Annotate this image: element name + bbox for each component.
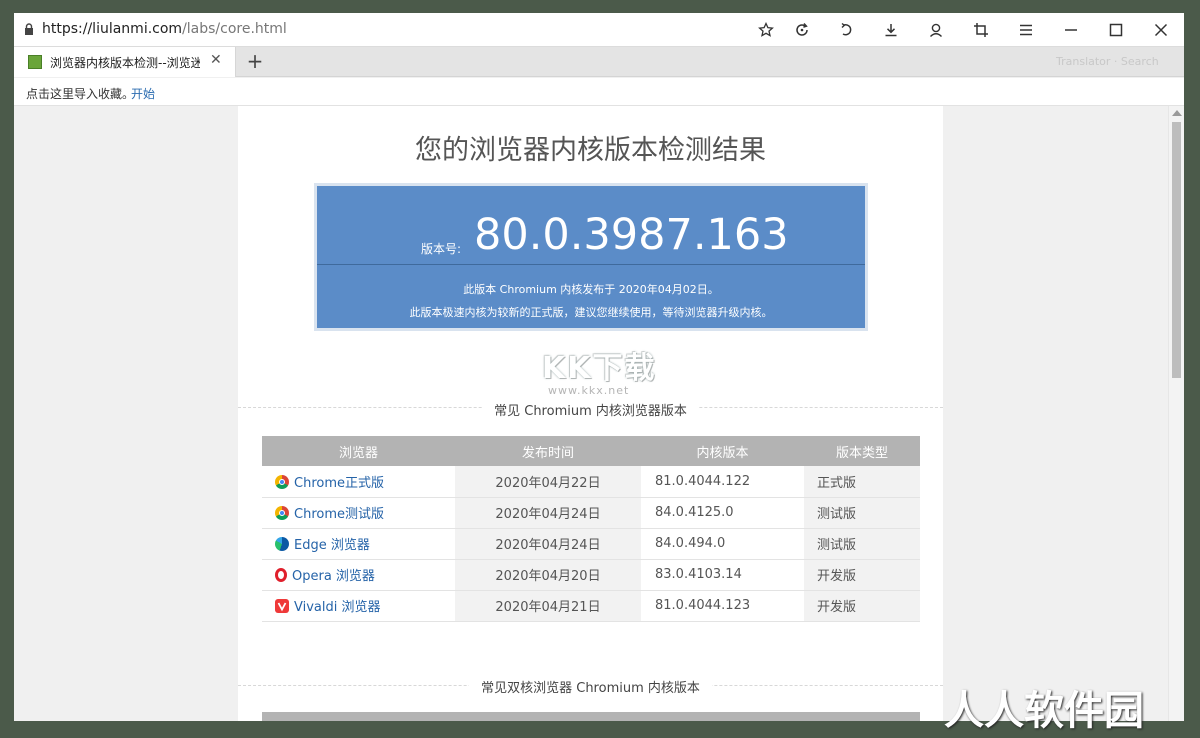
version-type-cell: 测试版 [804, 528, 920, 560]
core-version-cell: 81.0.4044.123 [641, 590, 804, 622]
opera-icon [275, 568, 287, 582]
browser-window: https://liulanmi.com/labs/core.html 浏览器内… [14, 13, 1184, 721]
bookmark-bar: 点击这里导入收藏。 开始 [14, 78, 1184, 106]
version-type-cell: 开发版 [804, 559, 920, 591]
release-date-cell: 2020年04月24日 [455, 528, 641, 560]
maximize-icon[interactable] [1105, 19, 1127, 41]
release-date-cell: 2020年04月22日 [455, 466, 641, 498]
kk-watermark: KK下载 www.kkx.net [538, 339, 668, 399]
vertical-scrollbar[interactable] [1168, 106, 1184, 721]
star-icon[interactable] [755, 19, 777, 41]
scrollbar-thumb[interactable] [1172, 122, 1181, 378]
faint-strip-text: Translator · Search [1056, 55, 1159, 68]
version-divider [317, 264, 865, 265]
browser-version-table: 浏览器 发布时间 内核版本 版本类型 Chrome正式版 2020年04月22日… [262, 436, 920, 622]
section-title-chromium: 常见 Chromium 内核浏览器版本 [238, 400, 943, 419]
bookmark-hint: 点击这里导入收藏。 [26, 87, 135, 101]
close-icon[interactable] [1150, 19, 1172, 41]
minimize-icon[interactable] [1060, 19, 1082, 41]
release-date-cell: 2020年04月21日 [455, 590, 641, 622]
table-header-row: 浏览器 发布时间 内核版本 版本类型 [262, 436, 920, 466]
address-bar: https://liulanmi.com/labs/core.html [14, 13, 1184, 47]
scroll-up-arrow-icon[interactable] [1172, 110, 1182, 116]
chrome-icon [275, 506, 289, 520]
chrome-icon [275, 474, 289, 489]
page-title: 您的浏览器内核版本检测结果 [415, 135, 766, 166]
core-version-cell: 84.0.494.0 [641, 528, 804, 560]
corner-watermark: 人人软件园 [944, 688, 1144, 734]
tab-title: 浏览器内核版本检测--浏览迷 [50, 56, 200, 70]
download-icon[interactable] [880, 19, 902, 41]
favicon-icon [28, 55, 42, 69]
version-type-cell: 测试版 [804, 497, 920, 529]
browser-link[interactable]: Chrome测试版 [294, 507, 384, 522]
section-title-dual-core: 常见双核浏览器 Chromium 内核版本 [238, 677, 943, 696]
table-row: Chrome测试版 2020年04月24日 84.0.4125.0 测试版 [262, 497, 920, 529]
header-version-type: 版本类型 [804, 436, 920, 466]
header-browser: 浏览器 [262, 436, 455, 466]
table-row: Edge 浏览器 2020年04月24日 84.0.494.0 测试版 [262, 528, 920, 560]
browser-link[interactable]: Edge 浏览器 [294, 538, 370, 553]
table-row: Opera 浏览器 2020年04月20日 83.0.4103.14 开发版 [262, 559, 920, 591]
new-tab-button[interactable]: + [242, 49, 268, 75]
vivaldi-icon [275, 599, 289, 613]
header-core-version: 内核版本 [641, 436, 804, 466]
version-note-release: 此版本 Chromium 内核发布于 2020年04月02日。 [463, 283, 719, 296]
version-note-advice: 此版本极速内核为较新的正式版，建议您继续使用，等待浏览器升级内核。 [409, 306, 773, 319]
url-domain: https://liulanmi.com [42, 21, 183, 37]
bookmark-import-link[interactable]: 开始 [131, 85, 155, 102]
core-version-cell: 83.0.4103.14 [641, 559, 804, 591]
release-date-cell: 2020年04月20日 [455, 559, 641, 591]
page-content: 您的浏览器内核版本检测结果 版本号: 80.0.3987.163 此版本 Chr… [238, 106, 943, 721]
version-number: 80.0.3987.163 [474, 210, 789, 260]
core-version-cell: 81.0.4044.122 [641, 466, 804, 498]
release-date-cell: 2020年04月24日 [455, 497, 641, 529]
browser-link[interactable]: Vivaldi 浏览器 [294, 600, 381, 615]
tab-active[interactable]: 浏览器内核版本检测--浏览迷 ✕ [14, 47, 236, 77]
version-label: 版本号: [421, 242, 462, 256]
section-title-dual-core-text: 常见双核浏览器 Chromium 内核版本 [469, 681, 712, 696]
browser-link[interactable]: Chrome正式版 [294, 476, 384, 491]
table-row: Chrome正式版 2020年04月22日 81.0.4044.122 正式版 [262, 466, 920, 498]
crop-icon[interactable] [970, 19, 992, 41]
browser-link[interactable]: Opera 浏览器 [292, 569, 375, 584]
page-viewport: 您的浏览器内核版本检测结果 版本号: 80.0.3987.163 此版本 Chr… [14, 106, 1184, 721]
refresh-icon[interactable] [791, 19, 813, 41]
core-version-cell: 84.0.4125.0 [641, 497, 804, 529]
undo-icon[interactable] [836, 19, 858, 41]
menu-icon[interactable] [1015, 19, 1037, 41]
version-type-cell: 正式版 [804, 466, 920, 498]
tab-close-icon[interactable]: ✕ [210, 52, 222, 68]
table-row: Vivaldi 浏览器 2020年04月21日 81.0.4044.123 开发… [262, 590, 920, 622]
section-title-chromium-text: 常见 Chromium 内核浏览器版本 [482, 404, 699, 419]
dual-core-table-header [262, 712, 920, 721]
kk-watermark-logo: KK下载 [542, 351, 657, 386]
url-path: /labs/core.html [182, 21, 287, 37]
kk-watermark-url: www.kkx.net [548, 384, 630, 397]
header-release-date: 发布时间 [455, 436, 641, 466]
version-type-cell: 开发版 [804, 590, 920, 622]
tab-strip: 浏览器内核版本检测--浏览迷 ✕ + Translator · Search [14, 47, 1184, 77]
lock-icon [25, 23, 33, 35]
url-field[interactable]: https://liulanmi.com/labs/core.html [42, 21, 287, 37]
version-box: 版本号: 80.0.3987.163 此版本 Chromium 内核发布于 20… [314, 183, 868, 331]
edge-icon [275, 537, 289, 551]
user-icon[interactable] [925, 19, 947, 41]
